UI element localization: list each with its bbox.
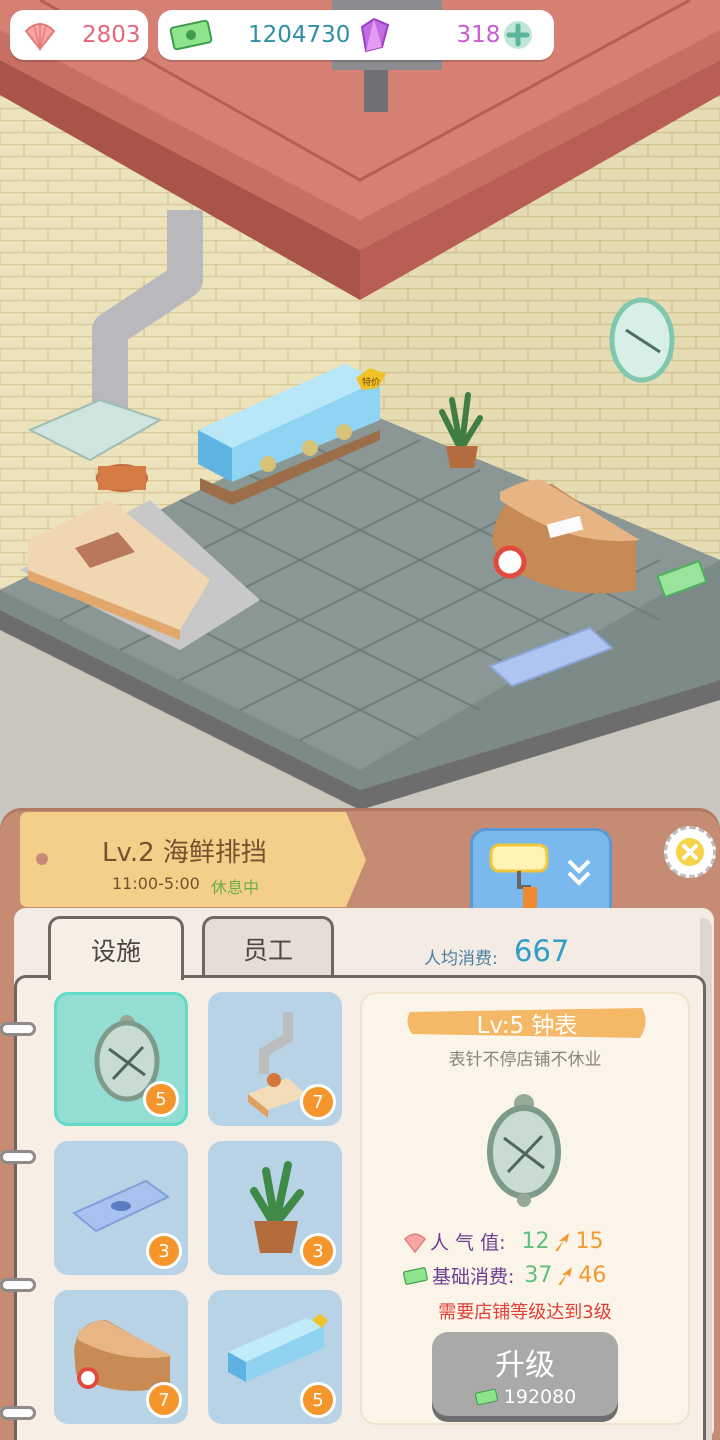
tank-sign-label: 特价 <box>362 376 380 388</box>
close-icon <box>676 838 704 866</box>
level-badge: 7 <box>300 1084 336 1120</box>
popularity-stat: 人 气 值: 12 15 <box>402 1228 603 1255</box>
tab-facilities[interactable]: 设施 <box>48 916 184 980</box>
tab-staff[interactable]: 员工 <box>202 916 334 978</box>
binder-ring <box>0 1150 36 1164</box>
facility-item-clock[interactable]: 5 <box>54 992 188 1126</box>
facility-item-kitchen[interactable]: 7 <box>208 992 342 1126</box>
gem-icon <box>361 17 390 53</box>
cash-icon <box>474 1388 498 1406</box>
popularity-label: 人 气 值: <box>430 1232 506 1254</box>
upgrade-button[interactable]: 升级 192080 <box>432 1332 618 1416</box>
plus-icon <box>504 21 533 49</box>
level-badge: 5 <box>143 1081 179 1117</box>
detail-title: Lv:5 钟表 <box>476 1013 578 1039</box>
paint-roller-icon <box>489 843 591 909</box>
base-spend-current: 37 <box>524 1263 553 1288</box>
store-status: 休息中 <box>211 878 260 897</box>
facility-item-fish-mat[interactable]: 3 <box>54 1141 188 1275</box>
restaurant-scene: 特价 <box>0 0 720 820</box>
binder-ring <box>0 1278 36 1292</box>
money-count: 1204730 <box>248 22 351 48</box>
detail-description: 表针不停店铺不休业 <box>448 1050 602 1070</box>
gem-count: 318 <box>456 22 501 48</box>
close-button[interactable] <box>664 826 716 878</box>
arrow-up-icon <box>555 1232 570 1251</box>
level-badge: 5 <box>300 1382 336 1418</box>
shell-currency-display: 2803 <box>10 10 148 60</box>
binder-ring <box>0 1406 36 1420</box>
base-spend-stat: 基础消费: 37 46 <box>402 1262 606 1289</box>
cash-icon <box>402 1266 428 1285</box>
upgrade-requirement: 需要店铺等级达到3级 <box>438 1302 612 1323</box>
upgrade-label: 升级 <box>495 1348 555 1383</box>
shell-icon <box>403 1232 427 1253</box>
decorate-button[interactable] <box>470 828 612 910</box>
arrow-up-icon <box>558 1266 573 1285</box>
facility-item-fish-tank[interactable]: 5 <box>208 1290 342 1424</box>
store-title: Lv.2 海鲜排挡 <box>102 838 267 868</box>
upgrade-cost-value: 192080 <box>503 1386 577 1408</box>
base-spend-label: 基础消费: <box>432 1266 515 1288</box>
add-gems-button[interactable] <box>502 19 534 51</box>
facility-item-plant[interactable]: 3 <box>208 1141 342 1275</box>
binder-ring <box>0 1022 36 1036</box>
shell-count: 2803 <box>82 22 141 48</box>
shell-icon <box>24 23 56 51</box>
avg-spend-label: 人均消费: <box>424 949 498 969</box>
money-currency-display: 1204730 318 <box>158 10 554 60</box>
level-badge: 3 <box>146 1233 182 1269</box>
popularity-next: 15 <box>575 1229 604 1254</box>
level-badge: 3 <box>300 1233 336 1269</box>
clock-preview-icon <box>487 1094 561 1207</box>
store-hours: 11:00-5:00 <box>112 874 200 893</box>
facility-item-counter[interactable]: 7 <box>54 1290 188 1424</box>
avg-spend-value: 667 <box>514 934 570 968</box>
upgrade-cost: 192080 <box>474 1386 577 1408</box>
cash-icon <box>169 19 213 51</box>
level-badge: 7 <box>146 1382 182 1418</box>
popularity-current: 12 <box>521 1229 550 1254</box>
base-spend-next: 46 <box>578 1263 607 1288</box>
